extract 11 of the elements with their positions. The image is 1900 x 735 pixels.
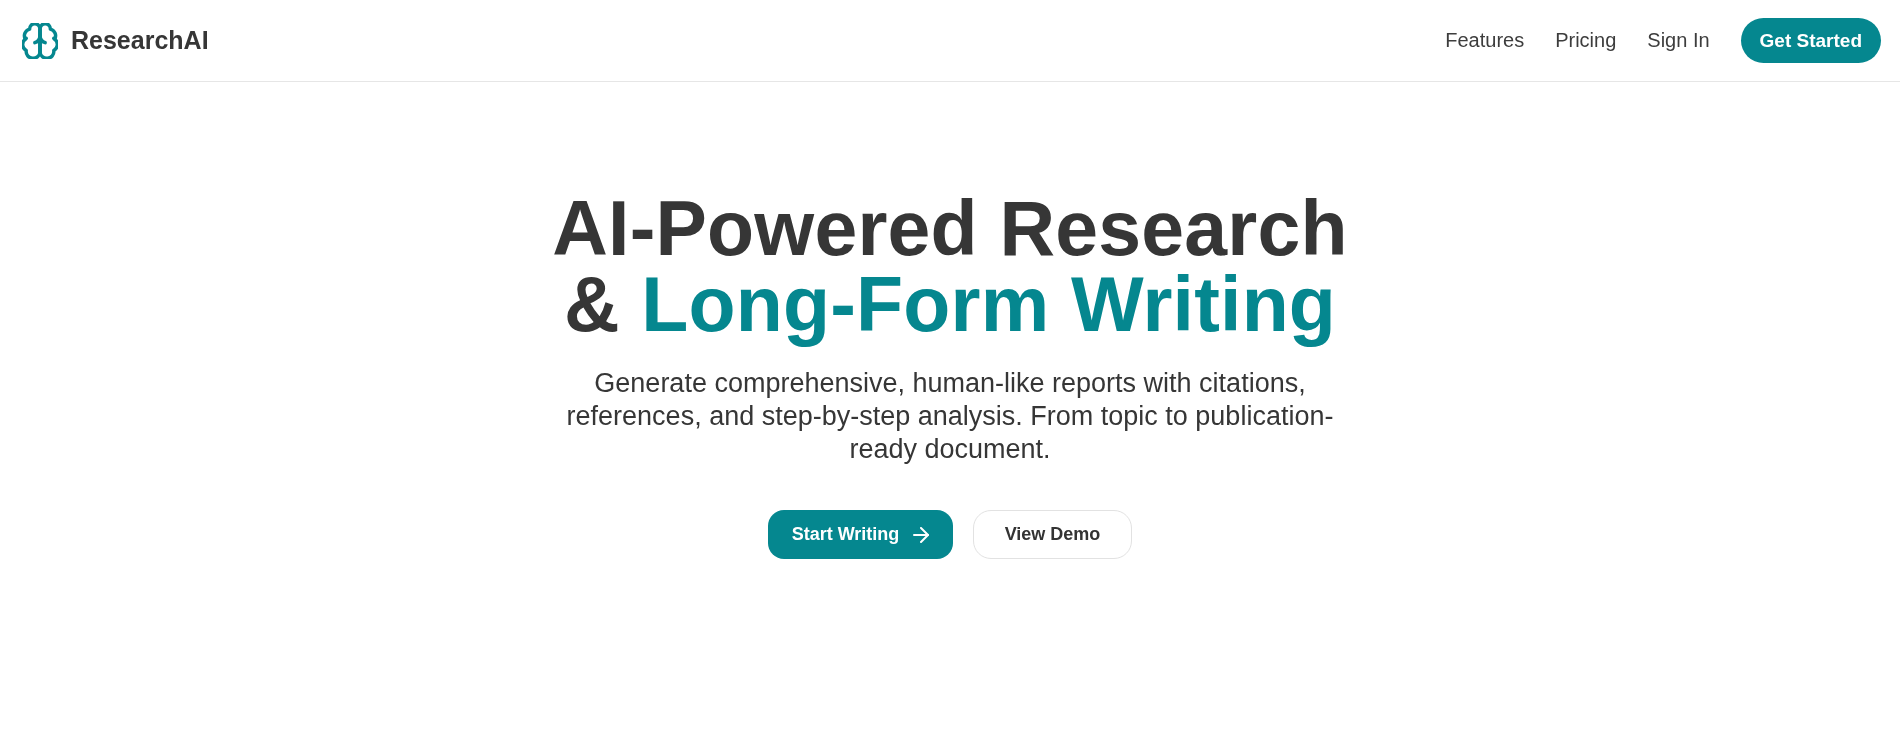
hero-heading: AI-Powered Research & Long-Form Writing (552, 184, 1348, 349)
nav-link[interactable]: Sign In (1647, 29, 1710, 52)
nav-link[interactable]: Pricing (1555, 29, 1617, 52)
hero-subtitle: Generate comprehensive, human-like reports with citations, references, and step-by-step analysis. From topic to publication-ready document. (565, 367, 1335, 466)
brand-name: ResearchAI (71, 26, 209, 55)
get-started-button[interactable]: Get Started (1740, 18, 1881, 63)
brain-logo-icon (22, 22, 58, 59)
arrow-right-icon (913, 526, 930, 543)
start-button[interactable]: Start Writing (768, 510, 953, 559)
demo-button[interactable]: View Demo (973, 510, 1132, 559)
nav-link[interactable]: Features (1445, 29, 1525, 52)
